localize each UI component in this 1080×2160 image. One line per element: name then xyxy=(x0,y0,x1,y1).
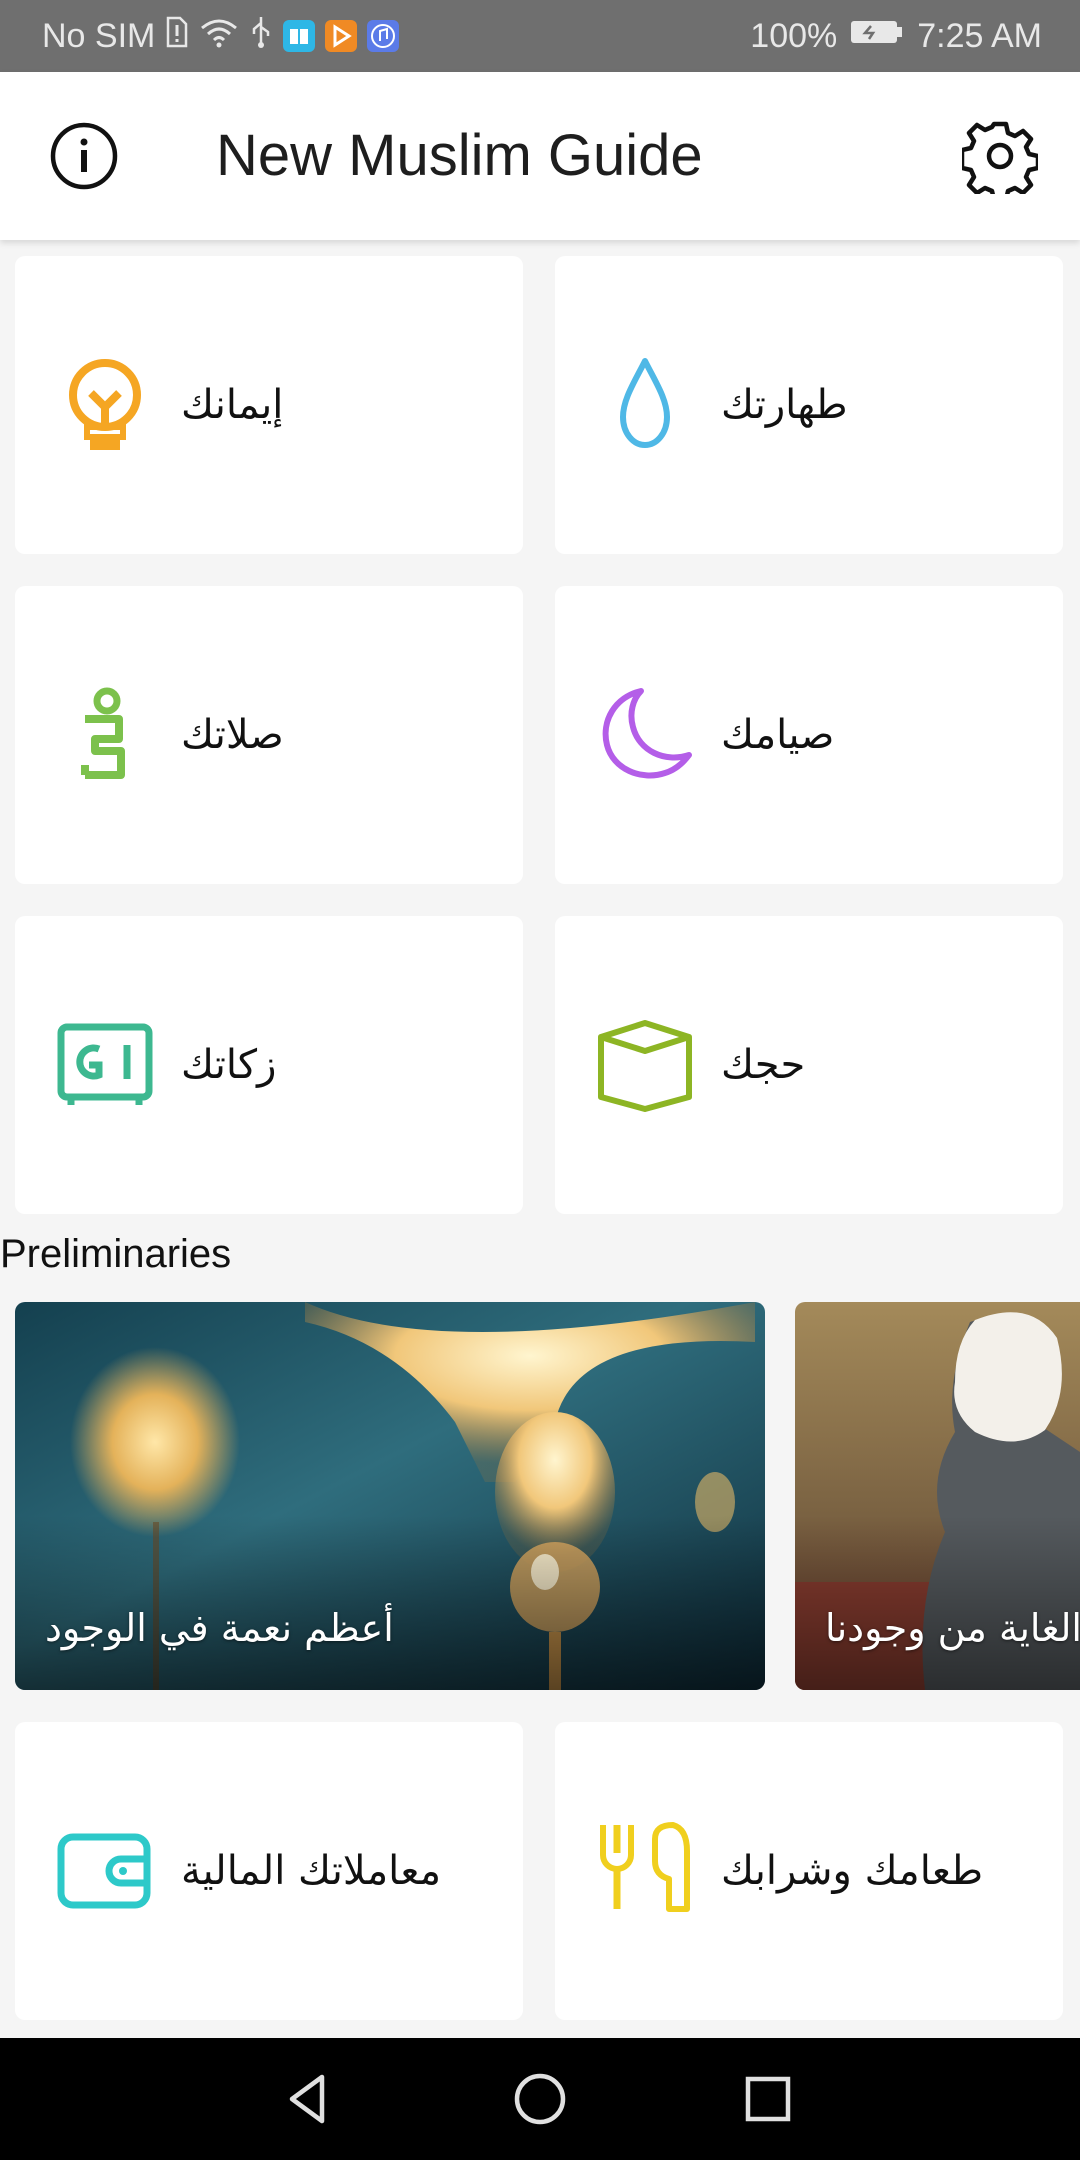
back-triangle-icon xyxy=(289,2074,325,2124)
recents-square-icon xyxy=(745,2076,791,2122)
clock: 7:25 AM xyxy=(917,16,1042,55)
settings-button[interactable] xyxy=(952,108,1048,204)
app-bar: New Muslim Guide xyxy=(0,72,1080,240)
battery-charging-icon xyxy=(849,17,905,56)
wifi-icon xyxy=(199,16,239,57)
topic-label: طعامك وشرابك xyxy=(721,1848,984,1894)
preliminary-label: الغاية من وجودنا xyxy=(825,1606,1080,1650)
status-bar: No SIM 100% 7:25 AM xyxy=(0,0,1080,72)
topic-card-faith[interactable]: إيمانك xyxy=(15,256,523,554)
topic-card-purity[interactable]: طهارتك xyxy=(555,256,1063,554)
safe-icon xyxy=(57,1023,153,1105)
topic-label: حجك xyxy=(721,1042,806,1088)
sim-alert-icon xyxy=(165,16,189,57)
book-app-icon xyxy=(283,20,316,52)
topic-label: صيامك xyxy=(721,712,835,758)
preliminary-card[interactable]: الغاية من وجودنا xyxy=(795,1302,1080,1690)
topic-card-hajj[interactable]: حجك xyxy=(555,916,1063,1214)
topic-card-zakat[interactable]: زكاتك xyxy=(15,916,523,1214)
navigation-bar xyxy=(0,2038,1080,2160)
usb-icon xyxy=(249,15,273,58)
page-title: New Muslim Guide xyxy=(216,123,703,188)
gear-icon xyxy=(962,121,1038,194)
preliminaries-title: Preliminaries xyxy=(0,1232,232,1276)
wallet-icon xyxy=(57,1833,151,1909)
water-drop-icon xyxy=(620,358,670,448)
preliminary-card[interactable]: أعظم نعمة في الوجود xyxy=(15,1302,765,1690)
lightbulb-icon xyxy=(69,359,141,450)
battery-percent: 100% xyxy=(750,16,838,55)
topic-label: زكاتك xyxy=(181,1042,277,1088)
topic-card-food[interactable]: طعامك وشرابك xyxy=(555,1722,1063,2020)
home-button[interactable] xyxy=(500,2059,580,2139)
topic-label: طهارتك xyxy=(721,382,848,428)
info-button[interactable] xyxy=(36,108,132,204)
carrier-text: No SIM xyxy=(42,16,156,55)
back-button[interactable] xyxy=(268,2059,348,2139)
topic-label: معاملاتك المالية xyxy=(181,1848,442,1894)
crescent-moon-icon xyxy=(602,688,692,779)
preliminary-label: أعظم نعمة في الوجود xyxy=(45,1606,394,1650)
status-right: 100% 7:25 AM xyxy=(750,0,1042,72)
topic-label: إيمانك xyxy=(181,382,284,428)
topic-card-prayer[interactable]: صلاتك xyxy=(15,586,523,884)
fork-knife-icon xyxy=(600,1822,690,1912)
kaaba-icon xyxy=(598,1020,692,1112)
topic-card-finances[interactable]: معاملاتك المالية xyxy=(15,1722,523,2020)
topic-label: صلاتك xyxy=(181,712,284,758)
status-left: No SIM xyxy=(42,0,400,72)
home-circle-icon xyxy=(514,2073,566,2125)
info-icon xyxy=(50,122,118,190)
prayer-icon xyxy=(81,687,125,779)
music-app-icon xyxy=(367,20,400,52)
topic-card-fasting[interactable]: صيامك xyxy=(555,586,1063,884)
recents-button[interactable] xyxy=(728,2059,808,2139)
play-app-icon xyxy=(325,20,358,52)
